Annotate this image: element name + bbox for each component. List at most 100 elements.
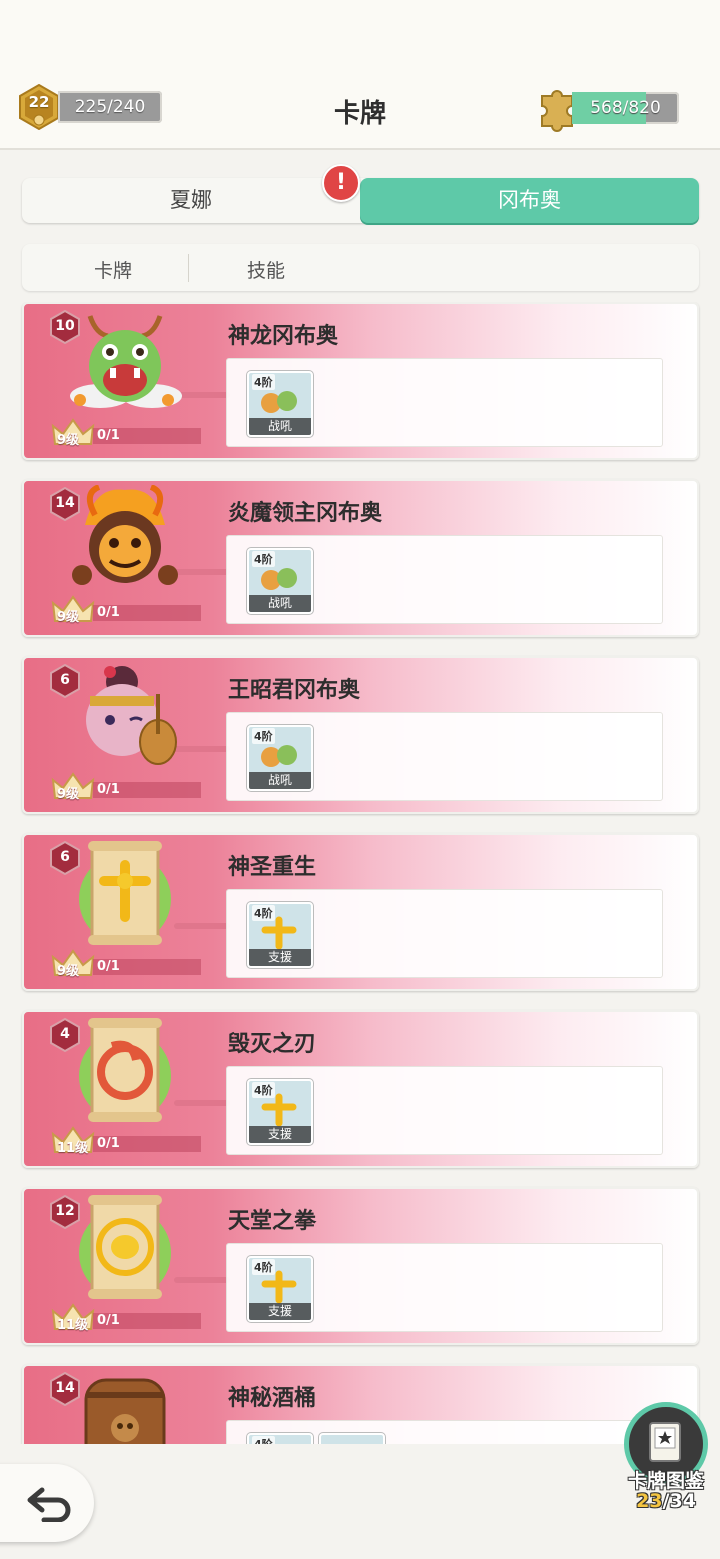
codex-total: /34 bbox=[662, 1490, 696, 1512]
card-cost: 6 bbox=[60, 672, 70, 688]
card-progress-bar: 0/1 bbox=[93, 428, 201, 444]
skill-icon[interactable]: 4阶 支援 bbox=[247, 1079, 313, 1145]
card-item[interactable]: 10 9级 0/1 神龙冈布奥 4阶 战吼 bbox=[22, 302, 699, 460]
card-level-row: 11级 0/1 bbox=[51, 1126, 201, 1156]
skill-slot-box: 4阶 战吼 bbox=[226, 712, 663, 801]
card-item[interactable]: 12 11级 0/1 天堂之拳 4阶 支援 bbox=[22, 1187, 699, 1345]
exp-bar: 225/240 bbox=[58, 91, 162, 123]
bottom-bar bbox=[0, 1444, 720, 1559]
skill-icon[interactable]: 4阶 支援 bbox=[247, 1256, 313, 1322]
card-level: 11级 bbox=[57, 1141, 89, 1156]
skill-type: 战吼 bbox=[249, 772, 311, 789]
card-name: 神龙冈布奥 bbox=[228, 324, 339, 349]
card-progress-bar: 0/1 bbox=[93, 1313, 201, 1329]
card-cost-badge: 14 bbox=[50, 1372, 80, 1406]
card-codex-count: 23/34 bbox=[614, 1490, 718, 1512]
tab-gumball[interactable]: 冈布奥 bbox=[360, 178, 699, 223]
skill-icon[interactable]: 4阶 战吼 bbox=[247, 371, 313, 437]
card-name: 天堂之拳 bbox=[228, 1209, 317, 1234]
card-cost: 14 bbox=[55, 495, 75, 511]
skill-tier: 4阶 bbox=[252, 728, 275, 744]
card-cost: 6 bbox=[60, 849, 70, 865]
player-level-badge[interactable]: 22 bbox=[18, 84, 60, 130]
skill-icon[interactable]: 4阶 战吼 bbox=[247, 548, 313, 614]
skill-icon[interactable]: 4阶 战吼 bbox=[247, 725, 313, 791]
tab-shana[interactable]: 夏娜 bbox=[22, 178, 360, 223]
card-level-row: 11级 0/1 bbox=[51, 1303, 201, 1333]
skill-tier: 4阶 bbox=[252, 1436, 275, 1444]
tab-skills[interactable]: 技能 bbox=[247, 256, 285, 283]
back-arrow-icon bbox=[27, 1487, 71, 1522]
card-progress-bar: 0/1 bbox=[93, 605, 201, 621]
skill-type: 支援 bbox=[249, 1126, 311, 1143]
back-button[interactable] bbox=[0, 1464, 94, 1542]
skill-type: 支援 bbox=[249, 1303, 311, 1320]
page-title: 卡牌 bbox=[333, 99, 386, 129]
skill-slot-box: 4阶 战吼 bbox=[226, 535, 663, 624]
skill-slot-box: 4阶 战吼 bbox=[226, 358, 663, 447]
card-level: 9级 bbox=[57, 433, 80, 448]
card-progress-bar: 0/1 bbox=[93, 959, 201, 975]
card-progress: 0/1 bbox=[97, 428, 120, 443]
card-list[interactable]: 10 9级 0/1 神龙冈布奥 4阶 战吼 14 9级 0/1 炎魔领主冈布奥 … bbox=[0, 302, 720, 1444]
skill-tier: 4阶 bbox=[252, 374, 275, 390]
card-level-row: 9级 0/1 bbox=[51, 595, 201, 625]
sub-tabs: 卡牌 技能 bbox=[22, 244, 699, 291]
card-progress-bar: 0/1 bbox=[93, 782, 201, 798]
card-cost-badge: 6 bbox=[50, 841, 80, 875]
card-level: 11级 bbox=[57, 1318, 89, 1333]
card-level-row: 9级 0/1 bbox=[51, 418, 201, 448]
card-progress: 0/1 bbox=[97, 782, 120, 797]
skill-type: 战吼 bbox=[249, 595, 311, 612]
alert-badge: ! bbox=[322, 164, 360, 202]
card-item[interactable]: 6 9级 0/1 王昭君冈布奥 4阶 战吼 bbox=[22, 656, 699, 814]
card-name: 毁灭之刃 bbox=[228, 1032, 317, 1057]
card-cost: 4 bbox=[60, 1026, 70, 1042]
card-name: 炎魔领主冈布奥 bbox=[228, 501, 383, 526]
card-progress-bar: 0/1 bbox=[93, 1136, 201, 1152]
card-cost-badge: 10 bbox=[50, 310, 80, 344]
player-level: 22 bbox=[28, 93, 50, 111]
card-cost-badge: 6 bbox=[50, 664, 80, 698]
card-cost-badge: 4 bbox=[50, 1018, 80, 1052]
tab-cards[interactable]: 卡牌 bbox=[94, 256, 132, 283]
card-name: 王昭君冈布奥 bbox=[228, 678, 361, 703]
skill-type: 战吼 bbox=[249, 418, 311, 435]
card-level-row: 9级 0/1 bbox=[51, 949, 201, 979]
skill-icon[interactable]: 4阶 支援 bbox=[247, 902, 313, 968]
card-cost: 12 bbox=[55, 1203, 75, 1219]
skill-slot-box: 4阶 支援 bbox=[226, 1066, 663, 1155]
skill-tier: 4阶 bbox=[252, 905, 275, 921]
card-book-icon bbox=[649, 1422, 681, 1462]
hero-tabs: 夏娜 冈布奥 bbox=[22, 178, 699, 223]
skill-slot-box: 4阶 bbox=[226, 1420, 663, 1444]
card-progress: 0/1 bbox=[97, 605, 120, 620]
skill-icon[interactable]: 4阶 bbox=[247, 1433, 313, 1444]
card-item[interactable]: 6 9级 0/1 神圣重生 4阶 支援 bbox=[22, 833, 699, 991]
card-progress: 0/1 bbox=[97, 1136, 120, 1151]
skill-slot-box: 4阶 支援 bbox=[226, 1243, 663, 1332]
card-level-row: 9级 0/1 bbox=[51, 772, 201, 802]
puzzle-count: 568/820 bbox=[590, 98, 661, 118]
card-item[interactable]: 4 11级 0/1 毁灭之刃 4阶 支援 bbox=[22, 1010, 699, 1168]
card-cost: 10 bbox=[55, 318, 75, 334]
card-item[interactable]: 14 9级 0/1 炎魔领主冈布奥 4阶 战吼 bbox=[22, 479, 699, 637]
card-name: 神圣重生 bbox=[228, 855, 317, 880]
card-cost-badge: 12 bbox=[50, 1195, 80, 1229]
skill-icon[interactable] bbox=[319, 1433, 385, 1444]
card-item[interactable]: 14 神秘酒桶 4阶 bbox=[22, 1364, 699, 1444]
puzzle-progress-bar: 568/820 bbox=[572, 92, 679, 124]
card-name: 神秘酒桶 bbox=[228, 1386, 317, 1411]
skill-tier: 4阶 bbox=[252, 1259, 275, 1275]
card-codex-label: 卡牌图鉴 bbox=[627, 1470, 704, 1492]
tab-divider bbox=[188, 254, 189, 282]
skill-slot-box: 4阶 支援 bbox=[226, 889, 663, 978]
skill-type: 支援 bbox=[249, 949, 311, 966]
exp-text: 225/240 bbox=[74, 97, 146, 117]
skill-tier: 4阶 bbox=[252, 1082, 275, 1098]
card-level: 9级 bbox=[57, 610, 80, 625]
card-progress: 0/1 bbox=[97, 959, 120, 974]
card-level: 9级 bbox=[57, 787, 80, 802]
codex-current: 23 bbox=[636, 1490, 663, 1512]
card-cost-badge: 14 bbox=[50, 487, 80, 521]
